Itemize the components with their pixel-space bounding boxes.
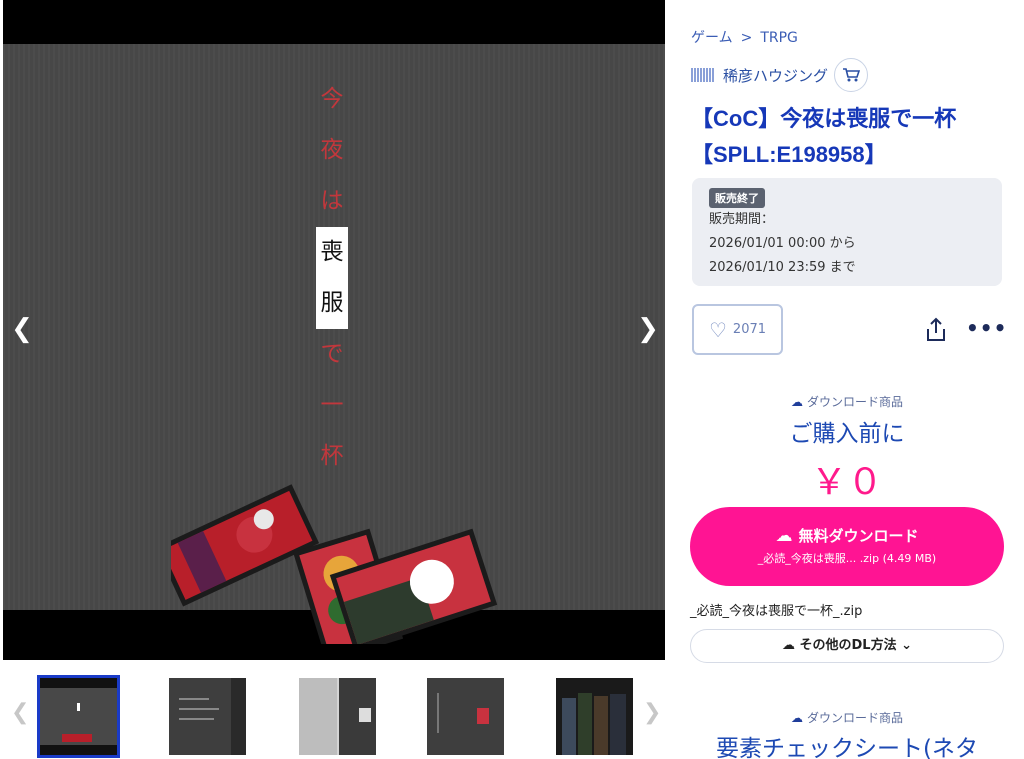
sold-out-badge: 販売終了 [709, 188, 765, 208]
chevron-left-icon[interactable]: ❮ [10, 312, 34, 346]
vertical-title: 今 夜 は 喪 服 で 一 杯 [316, 74, 348, 482]
breadcrumb-link-game[interactable]: ゲーム [691, 30, 733, 46]
thumbnail-strip: ❮ ❯ [3, 670, 665, 759]
title-char: 夜 [320, 137, 344, 163]
shop-row: 稀彦ハウジング [691, 58, 869, 92]
hanafuda-cards-illustration [171, 484, 498, 644]
thumb-next-icon[interactable]: ❯ [643, 700, 661, 725]
title-char: 今 [320, 86, 344, 112]
title-char: は [320, 188, 344, 214]
next-item-tag: ☁ ダウンロード商品 [688, 709, 1006, 726]
free-download-file: _必読_今夜は喪服... .zip (4.49 MB) [757, 552, 937, 565]
thumbnail-image [299, 678, 376, 755]
breadcrumb: ゲーム > TRPG [691, 27, 798, 47]
before-purchase-heading: ご購入前に [789, 421, 905, 447]
share-icon[interactable] [924, 316, 948, 344]
download-tag-text: ダウンロード商品 [806, 395, 903, 409]
thumbnail-5[interactable] [556, 678, 633, 755]
image-gallery: 今 夜 は 喪 服 で 一 杯 ❮ ❯ [3, 0, 665, 660]
product-info-panel: ゲーム > TRPG 稀彦ハウジング 【CoC】今夜は喪服で一杯【SPLL:E198… [688, 0, 1008, 759]
thumbnail-1[interactable] [37, 675, 120, 758]
title-char: で [320, 341, 344, 367]
thumbnail-image [437, 693, 489, 733]
title-char-boxed: 喪 [316, 227, 348, 278]
shop-name[interactable]: 稀彦ハウジング [723, 65, 828, 86]
chevron-down-icon: ⌄ [901, 638, 913, 653]
free-download-label: 無料ダウンロード [798, 527, 919, 545]
thumbnail-image [40, 688, 117, 745]
title-char-boxed: 服 [316, 278, 348, 329]
more-options-icon[interactable]: ••• [966, 316, 1007, 340]
thumbnail-image [556, 678, 633, 755]
cart-icon-glyph [843, 68, 861, 82]
cloud-download-icon: ☁ [790, 711, 803, 725]
download-tag: ☁ ダウンロード商品 [688, 393, 1006, 410]
breadcrumb-separator: > [740, 30, 753, 46]
cloud-download-icon: ☁ [790, 395, 803, 409]
sale-period-label: 販売期間： [709, 212, 775, 227]
chevron-right-icon[interactable]: ❯ [636, 312, 660, 346]
product-title: 【CoC】今夜は喪服で一杯【SPLL:E198958】 [691, 106, 957, 167]
thumbnail-image [179, 678, 246, 755]
like-count: 2071 [732, 322, 767, 337]
like-button[interactable]: ♡ 2071 [692, 304, 783, 355]
cart-icon[interactable] [834, 58, 869, 92]
cloud-download-icon: ☁ [775, 526, 793, 546]
thumbnail-2[interactable] [169, 678, 246, 755]
cloud-download-icon: ☁ [781, 638, 795, 653]
sale-period-box: 販売終了 販売期間： 2026/01/01 00:00 から 2026/01/1… [692, 178, 1002, 286]
next-item-tag-text: ダウンロード商品 [806, 711, 903, 725]
free-download-label-row: ☁ 無料ダウンロード [690, 525, 1004, 546]
sale-end: 2026/01/10 23:59 まで [709, 260, 856, 275]
other-download-methods-button[interactable]: ☁ その他のDL方法 ⌄ [690, 629, 1004, 663]
main-slide[interactable]: 今 夜 は 喪 服 で 一 杯 [3, 44, 665, 644]
sale-start: 2026/01/01 00:00 から [709, 236, 856, 251]
title-char: 杯 [320, 443, 344, 469]
thumbnail-4[interactable] [427, 678, 504, 755]
thumb-prev-icon[interactable]: ❮ [11, 700, 29, 725]
other-download-label: その他のDL方法 [799, 638, 897, 653]
title-char: 一 [320, 392, 344, 418]
shop-logo-icon[interactable] [691, 68, 715, 82]
file-name: _必読_今夜は喪服で一杯_.zip [690, 604, 863, 619]
thumbnail-3[interactable] [299, 678, 376, 755]
free-download-button[interactable]: ☁ 無料ダウンロード _必読_今夜は喪服... .zip (4.49 MB) [690, 507, 1004, 586]
price: ￥０ [810, 461, 883, 502]
next-item-title: 要素チェックシート(ネタ [716, 736, 978, 759]
breadcrumb-link-trpg[interactable]: TRPG [760, 30, 798, 46]
heart-icon: ♡ [708, 317, 727, 342]
product-page: 今 夜 は 喪 服 で 一 杯 ❮ ❯ ❮ ❯ ゲーム > TRPG 稀彦ハウジ… [0, 0, 1024, 759]
